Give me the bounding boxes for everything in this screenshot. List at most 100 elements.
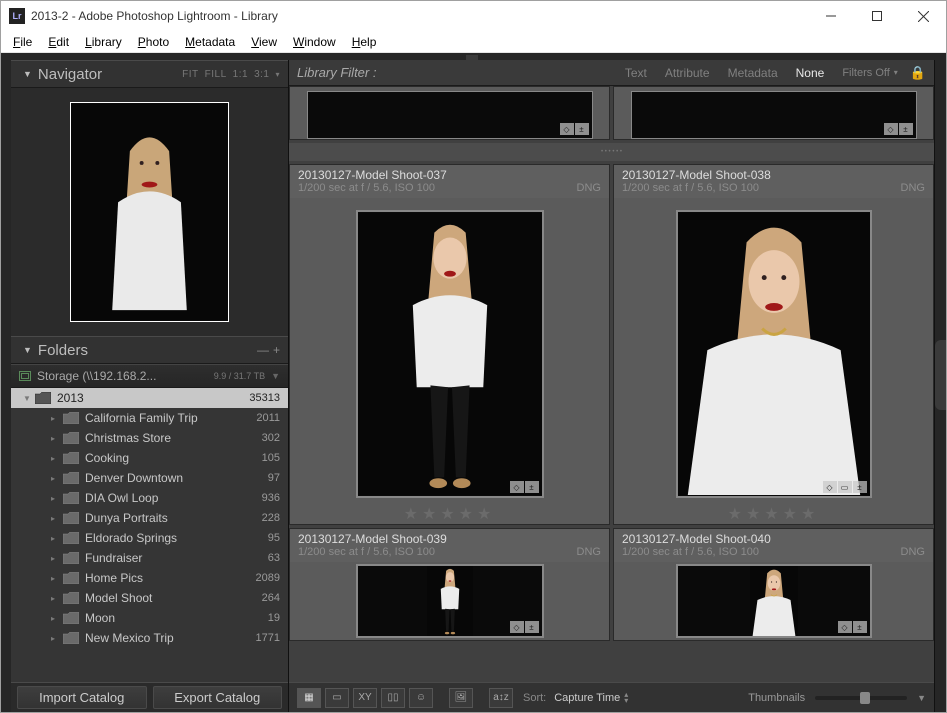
- folder-item[interactable]: ▸Moon19: [11, 608, 288, 628]
- thumbnails-label: Thumbnails: [748, 692, 805, 704]
- compare-view-button[interactable]: XY: [353, 688, 377, 708]
- sort-dropdown[interactable]: Capture Time▴▾: [554, 692, 628, 704]
- cell-exposure: 1/200 sec at f / 5.6, ISO 100: [298, 546, 435, 558]
- cell-format: DNG: [577, 182, 601, 194]
- folder-icon: [63, 632, 79, 644]
- thumbnail-size-slider[interactable]: [815, 696, 907, 700]
- folder-item[interactable]: ▸Denver Downtown97: [11, 468, 288, 488]
- menu-help[interactable]: Help: [344, 33, 385, 51]
- thumbnail-cell[interactable]: 20130127-Model Shoot-0371/200 sec at f /…: [289, 164, 610, 525]
- rating-stars[interactable]: ★★★★★: [290, 504, 609, 524]
- storage-drive[interactable]: Storage (\\192.168.2... 9.9 / 31.7 TB ▼: [11, 364, 288, 388]
- menu-photo[interactable]: Photo: [130, 33, 177, 51]
- folder-icon: [63, 452, 79, 464]
- left-panel: ▼ Navigator FITFILL1:13:1▾: [11, 60, 289, 712]
- maximize-button[interactable]: [854, 1, 900, 31]
- drive-icon: [19, 371, 31, 381]
- plus-icon[interactable]: +: [273, 343, 280, 357]
- thumbnail-cell[interactable]: 20130127-Model Shoot-0381/200 sec at f /…: [613, 164, 934, 525]
- menu-view[interactable]: View: [243, 33, 285, 51]
- menu-edit[interactable]: Edit: [40, 33, 77, 51]
- cell-format: DNG: [577, 546, 601, 558]
- cell-exposure: 1/200 sec at f / 5.6, ISO 100: [298, 182, 435, 194]
- thumbnail-cell[interactable]: 20130127-Model Shoot-0401/200 sec at f /…: [613, 528, 934, 641]
- top-panel-handle[interactable]: [466, 55, 478, 83]
- survey-view-button[interactable]: ▯▯: [381, 688, 405, 708]
- close-button[interactable]: [900, 1, 946, 31]
- folder-item[interactable]: ▸Fundraiser63: [11, 548, 288, 568]
- folder-item[interactable]: ▸Eldorado Springs95: [11, 528, 288, 548]
- nav-zoom-3:1[interactable]: 3:1: [254, 69, 269, 80]
- folder-item[interactable]: ▸Dunya Portraits228: [11, 508, 288, 528]
- export-catalog-button[interactable]: Export Catalog: [153, 686, 283, 709]
- folder-item[interactable]: ▸Model Shoot264: [11, 588, 288, 608]
- thumbnail-cell[interactable]: ◇±: [289, 86, 610, 140]
- menu-metadata[interactable]: Metadata: [177, 33, 243, 51]
- badge-icon: ◇: [560, 123, 574, 135]
- folder-item[interactable]: ▸Cooking105: [11, 448, 288, 468]
- folder-icon: [63, 472, 79, 484]
- app-icon: Lr: [9, 8, 25, 24]
- folder-root[interactable]: ▼201335313: [11, 388, 288, 408]
- folders-label: Folders: [38, 342, 257, 359]
- badge-icon: ◇: [838, 621, 852, 633]
- painter-tool-button[interactable]: 🖼: [449, 688, 473, 708]
- import-catalog-button[interactable]: Import Catalog: [17, 686, 147, 709]
- navigator-preview[interactable]: [11, 88, 288, 336]
- nav-zoom-fit[interactable]: FIT: [182, 69, 199, 80]
- folder-tree: ▼201335313▸California Family Trip2011▸Ch…: [11, 388, 288, 682]
- menu-file[interactable]: File: [5, 33, 40, 51]
- sort-label: Sort:: [523, 692, 546, 704]
- minimize-button[interactable]: [808, 1, 854, 31]
- folder-icon: [63, 412, 79, 424]
- folder-icon: [63, 532, 79, 544]
- folder-item[interactable]: ▸Home Pics2089: [11, 568, 288, 588]
- filter-tab-none[interactable]: None: [790, 64, 831, 82]
- thumbnail-cell[interactable]: ◇±: [613, 86, 934, 140]
- filters-off-label[interactable]: Filters Off: [842, 67, 889, 79]
- folder-icon: [63, 552, 79, 564]
- filter-tab-text[interactable]: Text: [619, 64, 653, 82]
- lock-icon[interactable]: 🔒: [910, 65, 926, 81]
- folders-header[interactable]: ▼ Folders — +: [11, 336, 288, 364]
- cell-filename: 20130127-Model Shoot-037: [298, 168, 601, 182]
- badge-icon: ±: [853, 621, 867, 633]
- folder-icon: [63, 612, 79, 624]
- rating-stars[interactable]: ★★★★★: [614, 504, 933, 524]
- thumbnail-grid[interactable]: ◇±◇±• • • • • •20130127-Model Shoot-0371…: [289, 86, 934, 682]
- chevron-down-icon[interactable]: ▼: [271, 371, 280, 381]
- right-panel-handle[interactable]: [935, 340, 946, 410]
- toolbar-menu-icon[interactable]: ▼: [917, 693, 926, 703]
- cell-format: DNG: [901, 546, 925, 558]
- grid-view-button[interactable]: ▦: [297, 688, 321, 708]
- filter-tab-attribute[interactable]: Attribute: [659, 64, 716, 82]
- folder-icon: [35, 392, 51, 404]
- nav-zoom-1:1[interactable]: 1:1: [233, 69, 248, 80]
- cell-filename: 20130127-Model Shoot-040: [622, 532, 925, 546]
- folder-icon: [63, 432, 79, 444]
- filter-label: Library Filter :: [297, 65, 376, 80]
- chevron-down-icon[interactable]: ▾: [894, 68, 898, 77]
- people-view-button[interactable]: ☺: [409, 688, 433, 708]
- menu-window[interactable]: Window: [285, 33, 344, 51]
- menu-library[interactable]: Library: [77, 33, 130, 51]
- drive-capacity: 9.9 / 31.7 TB: [214, 371, 265, 381]
- window-title: 2013-2 - Adobe Photoshop Lightroom - Lib…: [31, 9, 808, 23]
- badge-icon: ±: [525, 481, 539, 493]
- thumbnail-cell[interactable]: 20130127-Model Shoot-0391/200 sec at f /…: [289, 528, 610, 641]
- sort-direction-button[interactable]: a↕z: [489, 688, 513, 708]
- folder-item[interactable]: ▸DIA Owl Loop936: [11, 488, 288, 508]
- badge-icon: ◇: [884, 123, 898, 135]
- collapse-icon: ▼: [23, 345, 32, 355]
- cell-format: DNG: [901, 182, 925, 194]
- folder-icon: [63, 592, 79, 604]
- minus-icon[interactable]: —: [257, 343, 269, 357]
- nav-zoom-fill[interactable]: FILL: [205, 69, 227, 80]
- filter-tab-metadata[interactable]: Metadata: [722, 64, 784, 82]
- folder-item[interactable]: ▸New Mexico Trip1771: [11, 628, 288, 648]
- badge-icon: ◇: [823, 481, 837, 493]
- loupe-view-button[interactable]: ▭: [325, 688, 349, 708]
- folder-item[interactable]: ▸California Family Trip2011: [11, 408, 288, 428]
- navigator-header[interactable]: ▼ Navigator FITFILL1:13:1▾: [11, 60, 288, 88]
- folder-item[interactable]: ▸Christmas Store302: [11, 428, 288, 448]
